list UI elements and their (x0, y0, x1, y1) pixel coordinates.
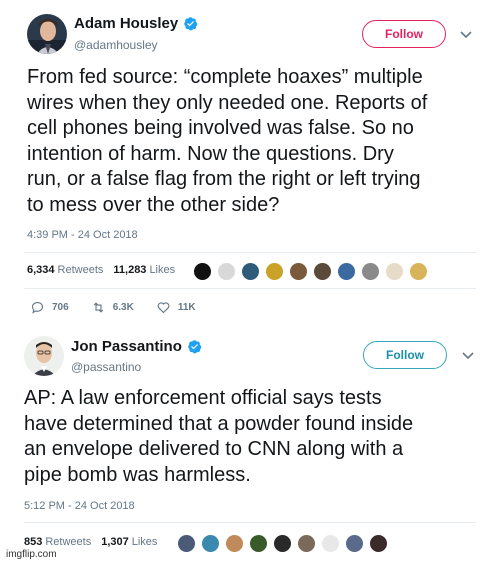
tweet-text-line: intention of harm. Now the questions. Dr… (27, 142, 394, 165)
likes-count[interactable]: 11,283 (113, 264, 146, 276)
likes-count[interactable]: 1,307 (101, 536, 129, 548)
liker-avatar[interactable] (265, 262, 284, 281)
author-name[interactable]: Adam Housley (74, 15, 178, 32)
divider (24, 522, 476, 523)
reply-button[interactable]: 706 (30, 300, 69, 315)
tweet-card: Adam Housley @adamhousley Follow From fe… (0, 0, 500, 328)
liker-avatar[interactable] (361, 262, 380, 281)
tweet-text: From fed source: “complete hoaxes” multi… (27, 65, 477, 218)
chevron-down-icon[interactable] (461, 349, 475, 363)
retweets-label[interactable]: Retweets (58, 264, 104, 276)
liker-avatar[interactable] (241, 262, 260, 281)
tweet-text-line: an envelope delivered to CNN along with … (24, 438, 404, 460)
reply-count: 706 (52, 302, 69, 313)
verified-badge-icon (184, 17, 198, 31)
retweet-icon (93, 302, 103, 313)
liker-avatar[interactable] (409, 262, 428, 281)
engagement-stats: 6,334 Retweets 11,283 Likes (27, 264, 175, 276)
avatar[interactable] (24, 336, 64, 376)
author-handle[interactable]: @adamhousley (74, 38, 158, 52)
divider (24, 288, 476, 289)
like-button[interactable]: 11K (156, 300, 196, 315)
retweet-count: 6.3K (112, 302, 134, 313)
liker-avatar[interactable] (201, 534, 220, 553)
tweet-text-line: have determined that a powder found insi… (24, 412, 414, 435)
author-name[interactable]: Jon Passantino (71, 338, 182, 355)
retweets-count[interactable]: 6,334 (27, 264, 55, 276)
liker-avatar[interactable] (289, 262, 308, 281)
follow-button[interactable]: Follow (363, 341, 447, 369)
tweet-text-line: AP: A law enforcement official says test… (24, 387, 382, 409)
liker-avatars (193, 262, 428, 281)
heart-icon (157, 302, 170, 314)
liker-avatar[interactable] (345, 534, 364, 553)
follow-button[interactable]: Follow (362, 20, 446, 48)
profile-photo-icon (24, 336, 64, 376)
liker-avatars (177, 534, 388, 553)
tweet-text-line: run, or a false flag from the right or l… (27, 168, 421, 190)
tweet-text-line: to mess over the other side? (27, 193, 280, 216)
tweet-timestamp[interactable]: 5:12 PM - 24 Oct 2018 (24, 500, 135, 512)
liker-avatar[interactable] (225, 534, 244, 553)
liker-avatar[interactable] (313, 262, 332, 281)
likes-label[interactable]: Likes (149, 264, 175, 276)
liker-avatar[interactable] (385, 262, 404, 281)
tweet-text: AP: A law enforcement official says test… (24, 386, 474, 488)
retweets-count[interactable]: 853 (24, 536, 42, 548)
profile-photo-icon (27, 14, 67, 54)
likes-label[interactable]: Likes (132, 536, 158, 548)
reply-icon (31, 301, 44, 314)
liker-avatar[interactable] (297, 534, 316, 553)
avatar[interactable] (27, 14, 67, 54)
tweet-text-line: wires when they only needed one. Reports… (27, 91, 428, 114)
author-name-row: Jon Passantino (71, 338, 202, 355)
liker-avatar[interactable] (193, 262, 212, 281)
tweet-text-line: cell phones being involved was false. So… (27, 117, 414, 139)
engagement-stats: 853 Retweets 1,307 Likes (24, 536, 157, 548)
author-name-row: Adam Housley (74, 15, 198, 32)
liker-avatar[interactable] (217, 262, 236, 281)
liker-avatar[interactable] (177, 534, 196, 553)
tweet-card: Jon Passantino @passantino Follow AP: A … (0, 328, 500, 564)
verified-badge-icon (188, 340, 202, 354)
liker-avatar[interactable] (249, 534, 268, 553)
tweet-text-line: pipe bomb was harmless. (24, 463, 251, 486)
chevron-down-icon[interactable] (459, 28, 473, 42)
tweet-actions: 706 6.3K 11K (30, 300, 218, 315)
retweets-label[interactable]: Retweets (45, 536, 91, 548)
author-handle[interactable]: @passantino (71, 360, 141, 374)
tweet-timestamp[interactable]: 4:39 PM - 24 Oct 2018 (27, 229, 138, 241)
liker-avatar[interactable] (369, 534, 388, 553)
retweet-button[interactable]: 6.3K (91, 300, 134, 315)
watermark: imgflip.com (4, 549, 59, 560)
tweet-text-line: From fed source: “complete hoaxes” multi… (27, 66, 423, 88)
liker-avatar[interactable] (321, 534, 340, 553)
like-count: 11K (177, 302, 196, 313)
divider (24, 252, 476, 253)
liker-avatar[interactable] (337, 262, 356, 281)
liker-avatar[interactable] (273, 534, 292, 553)
